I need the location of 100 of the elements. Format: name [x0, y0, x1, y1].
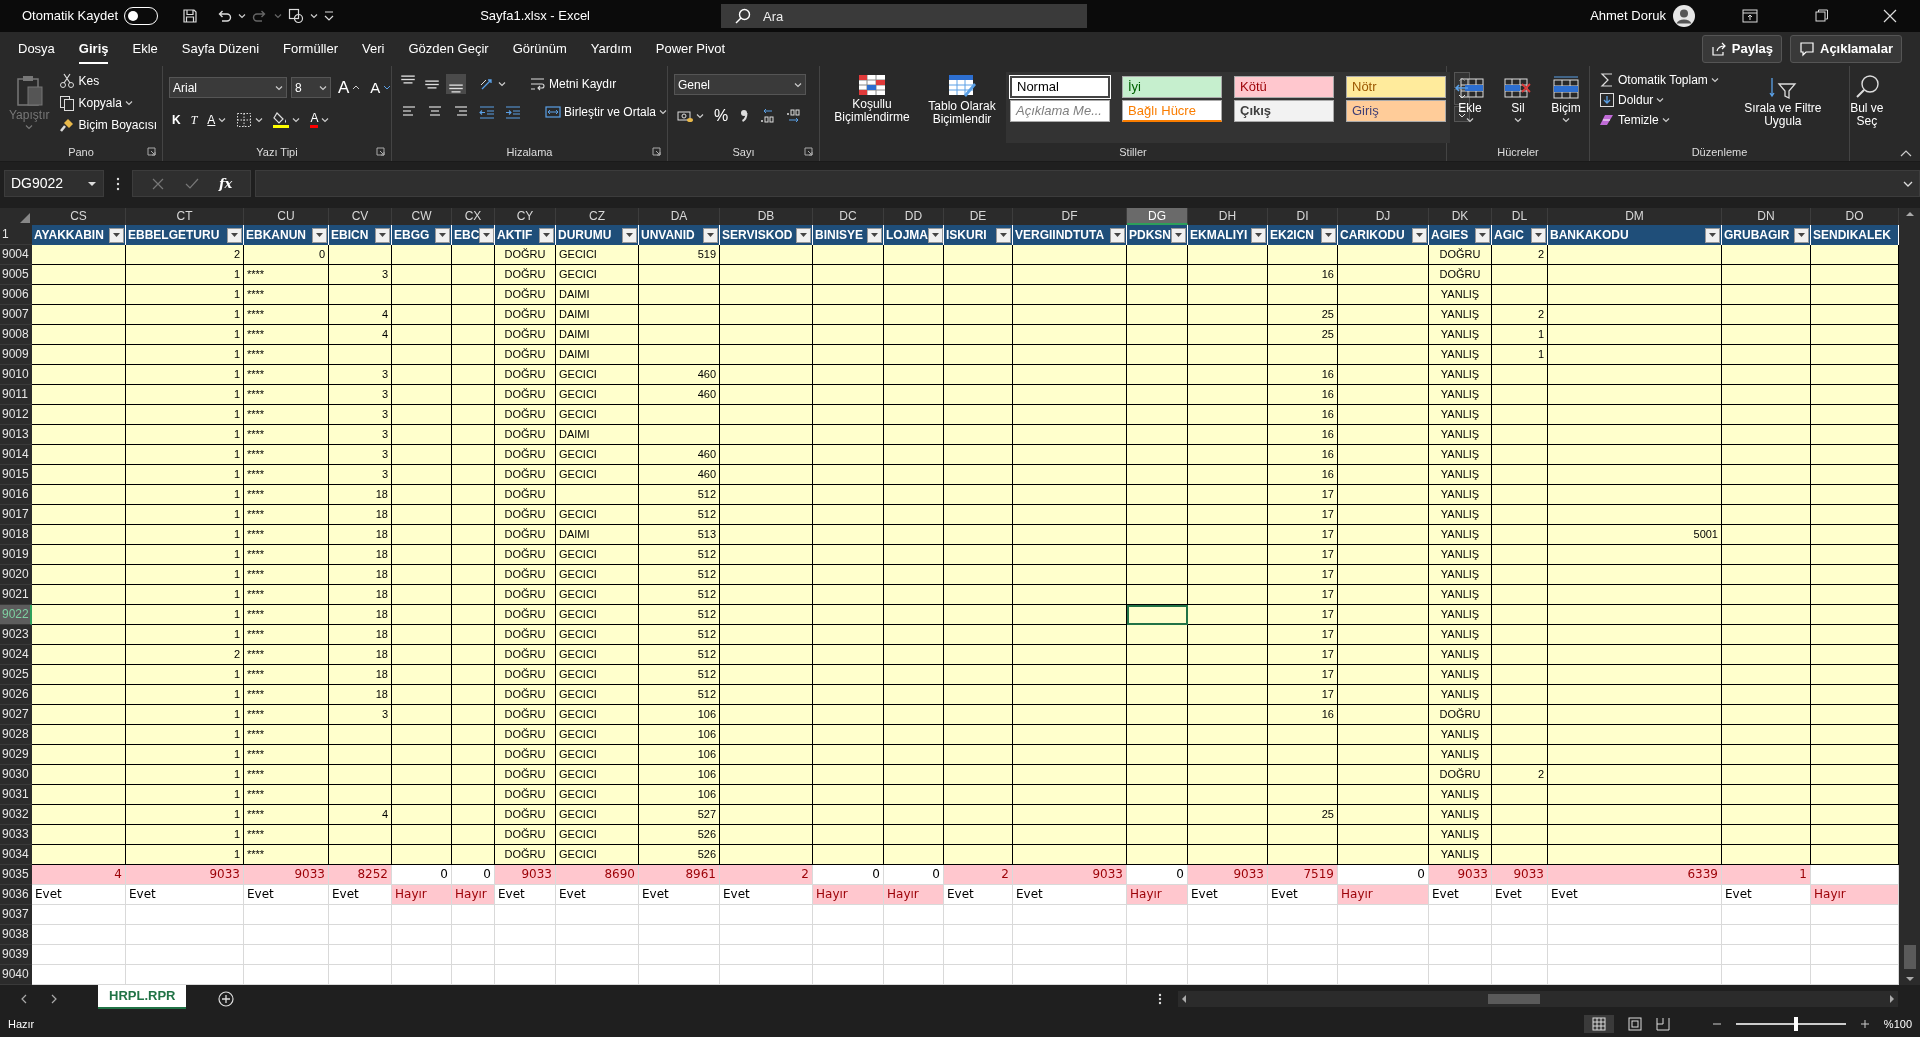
scroll-right-icon[interactable]	[50, 993, 58, 1004]
row-header[interactable]: 9016	[0, 485, 32, 505]
scrollbar-thumb[interactable]	[1903, 945, 1916, 969]
filter-button[interactable]	[1794, 227, 1809, 243]
filter-button[interactable]	[539, 227, 554, 243]
name-box[interactable]: DG9022	[4, 170, 104, 197]
sort-filter-button[interactable]: Sırala ve Filtre Uygula	[1731, 70, 1834, 143]
filter-button[interactable]	[703, 227, 718, 243]
cell-style[interactable]: Nötr	[1346, 76, 1446, 98]
menu-tab[interactable]: Ekle	[120, 35, 170, 63]
row-header[interactable]: 9035	[0, 865, 32, 885]
row-header[interactable]: 9033	[0, 825, 32, 845]
avatar-icon[interactable]	[1672, 4, 1696, 28]
filter-button[interactable]	[375, 227, 390, 243]
row-header[interactable]: 9006	[0, 285, 32, 305]
column-header[interactable]: CV	[329, 208, 392, 225]
column-header[interactable]: CZ	[556, 208, 639, 225]
column-header[interactable]: DI	[1268, 208, 1338, 225]
share-button[interactable]: Paylaş	[1701, 35, 1782, 63]
save-icon[interactable]	[182, 8, 199, 24]
menu-tab[interactable]: Dosya	[6, 35, 67, 63]
column-header[interactable]: CW	[392, 208, 452, 225]
menu-tab[interactable]: Veri	[350, 35, 397, 63]
fill-button[interactable]: Doldur	[1596, 90, 1722, 110]
scroll-right-icon[interactable]	[1888, 993, 1896, 1004]
column-header[interactable]: DM	[1548, 208, 1722, 225]
merge-center-button[interactable]: Birleştir ve Ortala	[542, 102, 671, 122]
scroll-up-icon[interactable]	[1904, 210, 1915, 218]
scroll-left-icon[interactable]	[20, 993, 28, 1004]
cells-button[interactable]: Ekle	[1452, 70, 1488, 143]
shape-icon[interactable]	[288, 8, 305, 24]
row-header[interactable]: 9027	[0, 705, 32, 725]
row-header[interactable]: 9019	[0, 545, 32, 565]
column-header[interactable]: CX	[452, 208, 495, 225]
shrink-font-button[interactable]: A	[367, 75, 395, 100]
row-header[interactable]: 9004	[0, 245, 32, 265]
row-header[interactable]: 9030	[0, 765, 32, 785]
scroll-down-icon[interactable]	[1904, 975, 1915, 983]
cells-button[interactable]: Biçim	[1548, 70, 1584, 143]
row-header[interactable]: 9009	[0, 345, 32, 365]
menu-tab[interactable]: Power Pivot	[643, 35, 738, 63]
row-header[interactable]: 9005	[0, 265, 32, 285]
column-header[interactable]: DH	[1188, 208, 1268, 225]
number-format-field[interactable]: Genel	[674, 74, 806, 95]
row-header[interactable]: 9022	[0, 605, 32, 625]
column-header[interactable]: DK	[1429, 208, 1492, 225]
row-header[interactable]: 9034	[0, 845, 32, 865]
zoom-out-icon[interactable]	[1711, 1020, 1722, 1028]
column-header[interactable]: DA	[639, 208, 720, 225]
filter-button[interactable]	[1705, 227, 1720, 243]
font-color-button[interactable]: A	[307, 110, 333, 129]
row-header[interactable]: 9037	[0, 905, 32, 925]
find-select-button[interactable]: Bul ve Seç	[1843, 70, 1890, 143]
column-header[interactable]: CU	[244, 208, 329, 225]
clipboard-button[interactable]: Kes	[56, 70, 161, 92]
clipboard-button[interactable]: Biçim Boyacısı	[56, 114, 161, 136]
normal-view-button[interactable]	[1583, 1015, 1614, 1033]
clear-button[interactable]: Temizle	[1596, 110, 1722, 130]
row-header[interactable]: 9012	[0, 405, 32, 425]
filter-button[interactable]	[227, 227, 242, 243]
row-header[interactable]: 9008	[0, 325, 32, 345]
column-header[interactable]: DF	[1013, 208, 1127, 225]
row-header[interactable]: 9036	[0, 885, 32, 905]
restore-icon[interactable]	[1814, 8, 1830, 24]
sheet-tab[interactable]: HRPL.RPR	[98, 985, 187, 1009]
row-header[interactable]: 9025	[0, 665, 32, 685]
row-header[interactable]: 9020	[0, 565, 32, 585]
clipboard-button[interactable]: Kopyala	[56, 92, 161, 114]
filter-button[interactable]	[1475, 227, 1490, 243]
underline-button[interactable]: A	[204, 109, 230, 130]
format-table-button[interactable]: Tablo Olarak Biçimlendir	[922, 70, 1002, 143]
column-header[interactable]: DL	[1492, 208, 1548, 225]
select-all-button[interactable]	[0, 208, 32, 225]
row-header[interactable]: 9023	[0, 625, 32, 645]
menu-tab[interactable]: Sayfa Düzeni	[169, 35, 272, 63]
filter-button[interactable]	[622, 227, 637, 243]
column-header[interactable]: CS	[32, 208, 126, 225]
cell-style[interactable]: Kötü	[1234, 76, 1334, 98]
dialog-launcher-icon[interactable]	[147, 147, 156, 156]
filter-button[interactable]	[1251, 227, 1266, 243]
dialog-launcher-icon[interactable]	[804, 147, 813, 156]
active-cell[interactable]	[1127, 605, 1188, 625]
column-header[interactable]: DG	[1127, 208, 1188, 225]
row-header[interactable]: 9018	[0, 525, 32, 545]
check-icon[interactable]	[185, 176, 199, 191]
expand-icon[interactable]	[1903, 180, 1913, 187]
row-header[interactable]: 9040	[0, 965, 32, 985]
filter-button[interactable]	[435, 227, 450, 243]
font-name-field[interactable]: Arial	[169, 77, 287, 99]
column-header[interactable]: DJ	[1338, 208, 1429, 225]
collapse-ribbon-icon[interactable]	[1900, 150, 1912, 157]
column-header[interactable]: DE	[944, 208, 1013, 225]
row-header[interactable]: 9028	[0, 725, 32, 745]
row-header[interactable]: 9024	[0, 645, 32, 665]
filter-button[interactable]	[312, 227, 327, 243]
scroll-left-icon[interactable]	[1180, 993, 1188, 1004]
row-header[interactable]: 9026	[0, 685, 32, 705]
add-sheet-icon[interactable]	[218, 990, 235, 1007]
filter-button[interactable]	[996, 227, 1011, 243]
column-header[interactable]: DN	[1722, 208, 1811, 225]
